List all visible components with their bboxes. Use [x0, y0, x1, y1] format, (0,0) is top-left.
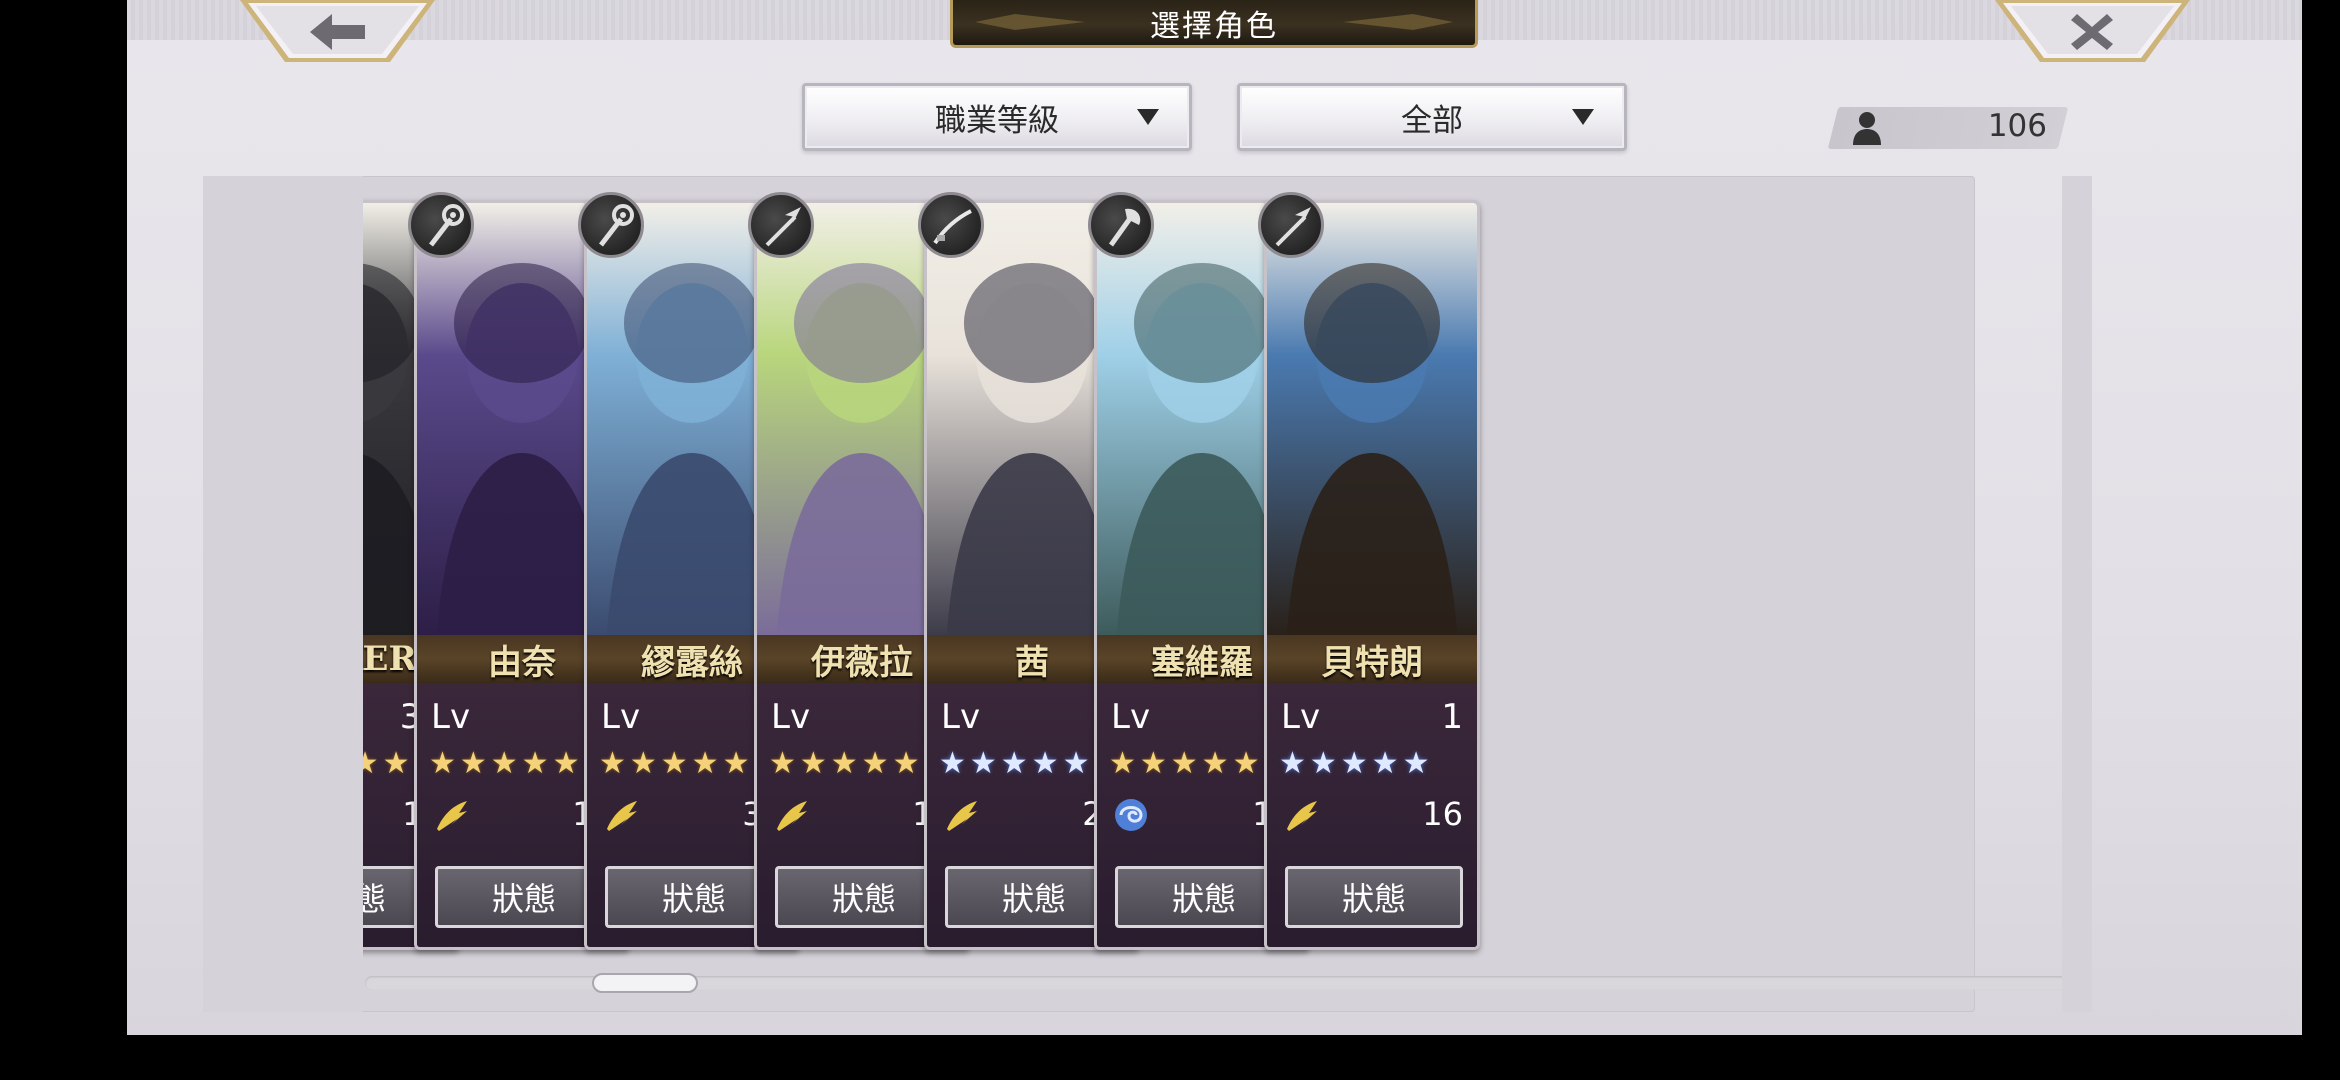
level-label: Lv: [771, 697, 811, 737]
back-button[interactable]: [240, 0, 435, 66]
level-label: Lv: [941, 697, 981, 737]
lightning-wing-icon: [437, 801, 467, 831]
level-label: Lv: [1281, 697, 1321, 737]
level-label: Lv: [601, 697, 641, 737]
roster-count: 106: [1987, 108, 2047, 144]
character-portrait: [1267, 203, 1477, 638]
back-arrow-icon: [240, 0, 435, 62]
roster-edge-left: [203, 176, 363, 1012]
sort-dropdown[interactable]: 職業等級: [802, 83, 1192, 151]
filter-dropdown-label: 全部: [1401, 102, 1463, 139]
lightning-wing-icon: [1287, 801, 1317, 831]
filter-dropdown[interactable]: 全部: [1237, 83, 1627, 151]
lightning-wing-icon: [777, 801, 807, 831]
title-ornament-left: [975, 14, 1085, 30]
rarity-stars: ★★★★★: [599, 746, 754, 781]
staff-icon: [408, 192, 474, 258]
rarity-stars: ★★★★★: [1109, 746, 1264, 781]
katana-icon: [918, 192, 984, 258]
rarity-stars: ★★★★★: [1279, 746, 1434, 781]
level-label: Lv: [1111, 697, 1151, 737]
rarity-stars: ★★★★★: [939, 746, 1094, 781]
lightning-wing-icon: [607, 801, 637, 831]
page-title: 選擇角色: [1150, 8, 1278, 44]
rarity-stars: ★★★★★: [769, 746, 924, 781]
close-icon: [1995, 0, 2190, 62]
lightning-wing-icon: [947, 801, 977, 831]
spear-icon: [1258, 192, 1324, 258]
level-label: Lv: [431, 697, 471, 737]
character-list[interactable]: JOKER Lv 30 ★★★★★ 16 狀態 由奈 Lv 5 ★★★★★ 16…: [238, 192, 2062, 960]
scrollbar-thumb[interactable]: [592, 973, 698, 993]
close-button[interactable]: [1995, 0, 2190, 66]
status-button[interactable]: 狀態: [1285, 866, 1463, 928]
chevron-down-icon: [1137, 109, 1159, 125]
unit-value: 16: [1422, 795, 1463, 833]
person-icon: [1853, 112, 1881, 145]
title-ornament-right: [1343, 14, 1453, 30]
character-card[interactable]: 貝特朗 Lv 1 ★★★★★ 16 狀態: [1264, 200, 1480, 950]
wind-swirl-icon: [1115, 799, 1147, 831]
spear-icon: [748, 192, 814, 258]
level-value: 1: [1441, 697, 1463, 737]
staff-icon: [578, 192, 644, 258]
chevron-down-icon: [1572, 109, 1594, 125]
rarity-stars: ★★★★★: [429, 746, 584, 781]
character-stats: Lv 1 ★★★★★ 16 狀態: [1267, 683, 1477, 947]
sort-dropdown-label: 職業等級: [935, 102, 1059, 139]
axe-icon: [1088, 192, 1154, 258]
roster-edge-right: [2062, 176, 2092, 1012]
character-name: 貝特朗: [1267, 635, 1477, 683]
title-plate: 選擇角色: [950, 0, 1478, 48]
